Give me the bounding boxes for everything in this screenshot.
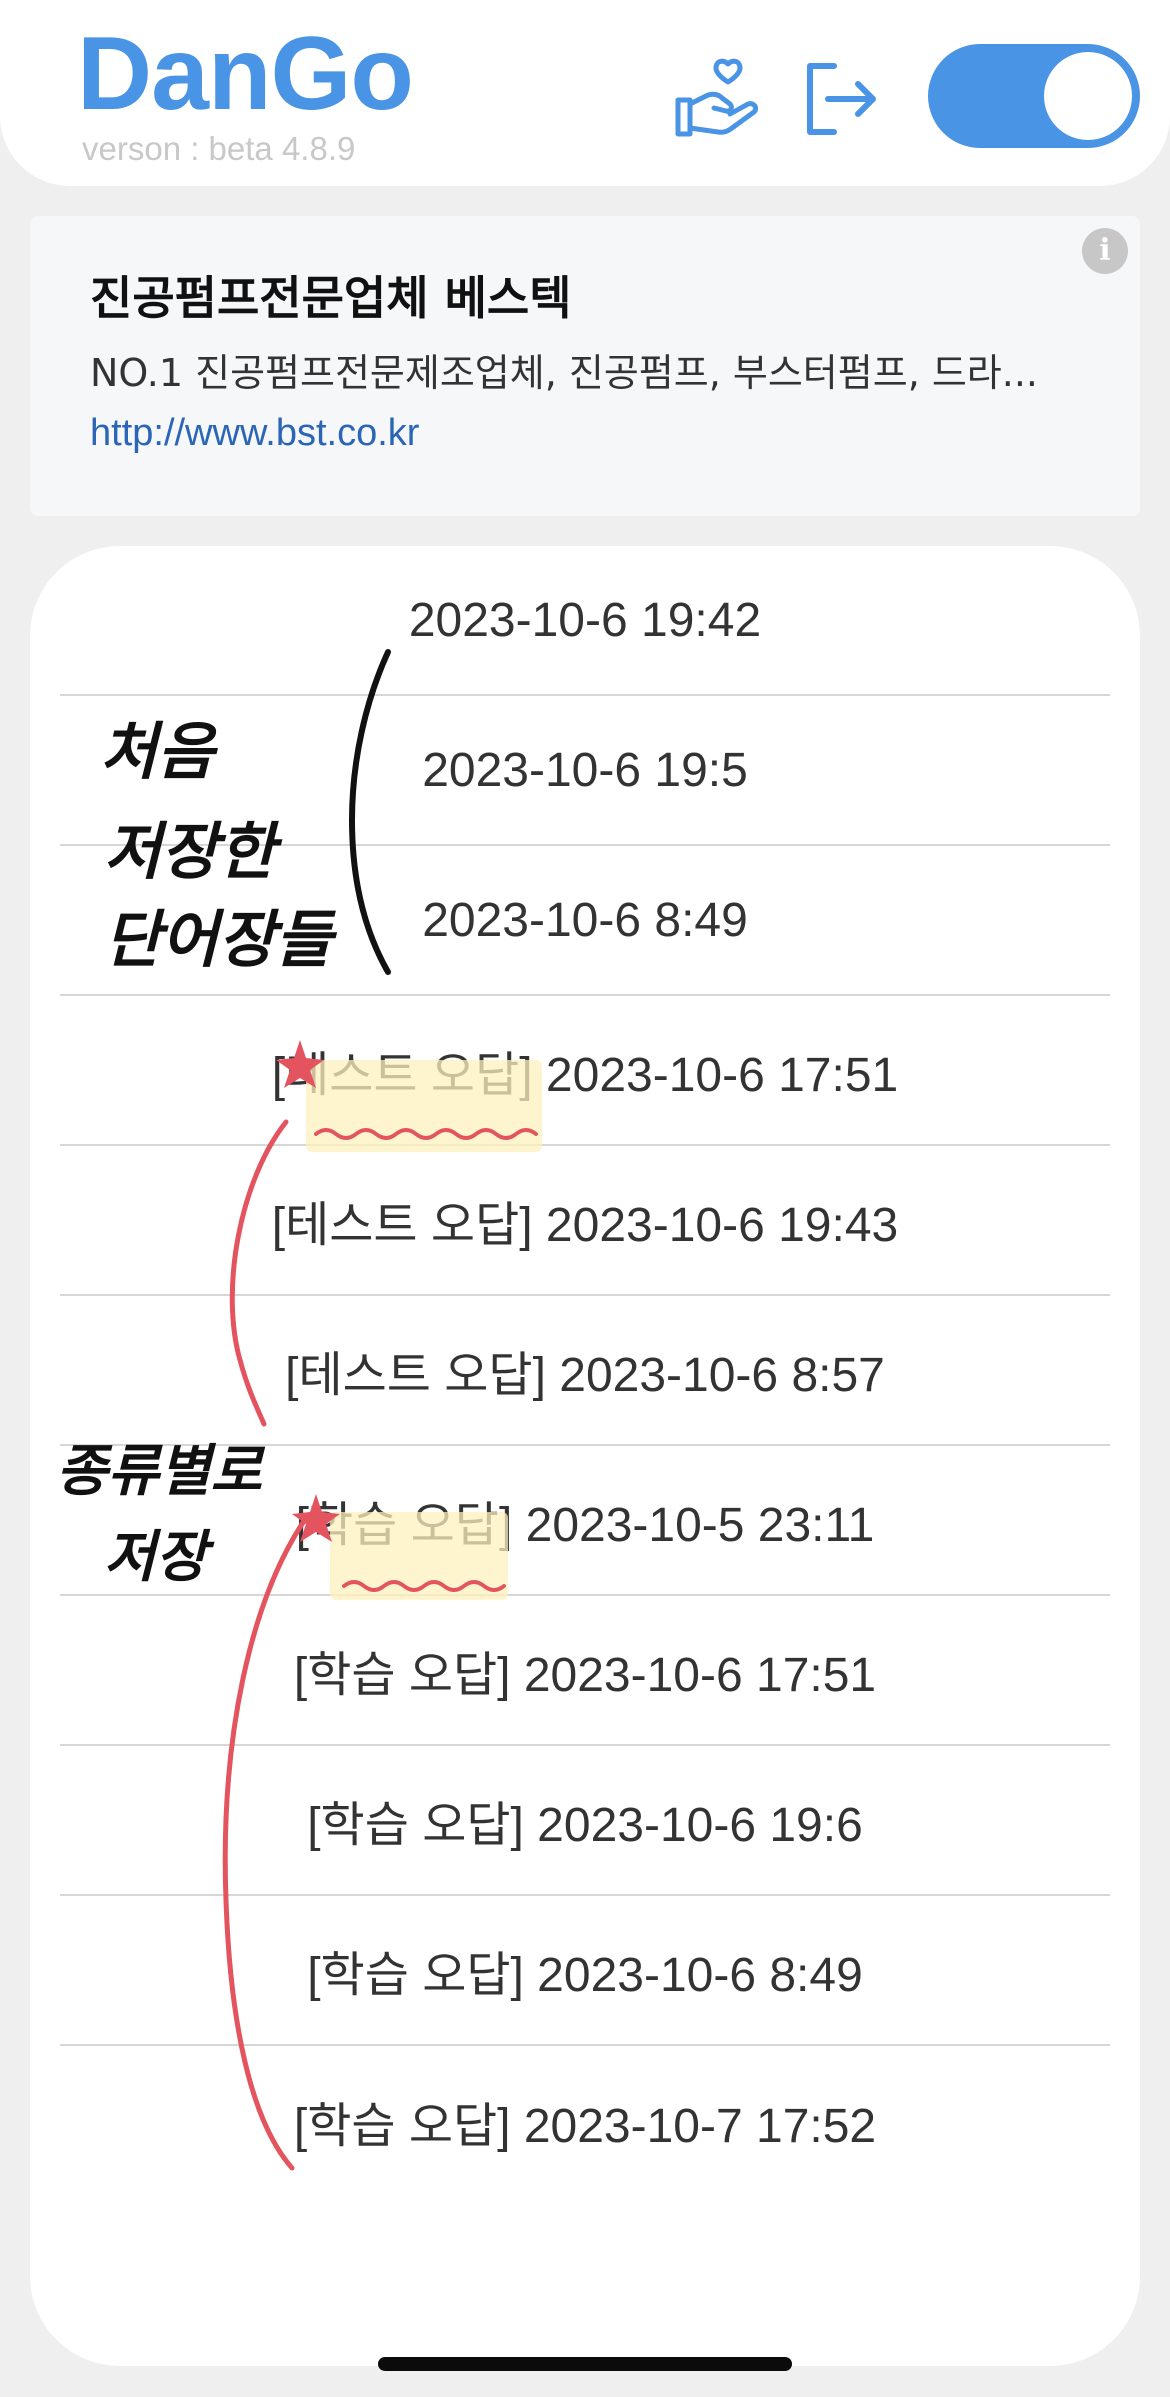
donate-hand-heart-icon[interactable]	[674, 58, 760, 140]
version-label: verson : beta 4.8.9	[82, 130, 356, 167]
list-item[interactable]: [학습 오답] 2023-10-6 8:49	[60, 1896, 1110, 2046]
list-item-label: [테스트 오답] 2023-10-6 17:51	[271, 1049, 899, 1102]
list-item-label: [학습 오답] 2023-10-5 23:11	[295, 1499, 875, 1552]
list-item[interactable]: [테스트 오답] 2023-10-6 19:43	[60, 1146, 1110, 1296]
list-item-label: [학습 오답] 2023-10-6 8:49	[307, 1949, 863, 2002]
list-item[interactable]: [학습 오답] 2023-10-6 17:51	[60, 1596, 1110, 1746]
annotation-first-saved-line1: 처음	[100, 715, 215, 788]
list-item-label: [학습 오답] 2023-10-7 17:52	[293, 2100, 877, 2153]
ad-link[interactable]: http://www.bst.co.kr	[90, 412, 419, 455]
app-logo: DanGo	[77, 16, 414, 132]
annotation-first-saved-line3: 단어장들	[104, 903, 333, 976]
list-item-label: 2023-10-6 19:42	[408, 593, 762, 647]
home-indicator	[378, 2357, 792, 2371]
annotation-first-saved-line2: 저장한	[104, 815, 276, 888]
list-item[interactable]: 2023-10-6 19:42	[60, 546, 1110, 696]
list-item[interactable]: [테스트 오답] 2023-10-6 17:51	[60, 996, 1110, 1146]
list-item-label: [학습 오답] 2023-10-6 17:51	[293, 1649, 877, 1702]
ad-description: NO.1 진공펌프전문제조업체, 진공펌프, 부스터펌프, 드라...	[90, 351, 1039, 395]
list-item[interactable]: [테스트 오답] 2023-10-6 8:57	[60, 1296, 1110, 1446]
mode-toggle-switch[interactable]	[928, 44, 1140, 148]
list-item[interactable]: [학습 오답] 2023-10-7 17:52	[60, 2046, 1110, 2196]
app-header: DanGo verson : beta 4.8.9	[0, 0, 1170, 186]
annotation-by-type-line1: 종류별로	[56, 1439, 263, 1504]
list-item-label: [학습 오답] 2023-10-6 19:6	[307, 1799, 863, 1852]
list-item-label: [테스트 오답] 2023-10-6 19:43	[271, 1199, 899, 1252]
annotation-by-type-line2: 저장	[104, 1525, 208, 1590]
ad-info-icon[interactable]: i	[1082, 228, 1128, 274]
ad-title[interactable]: 진공펌프전문업체 베스텍	[90, 262, 572, 328]
list-item-label: 2023-10-6 8:49	[422, 893, 748, 947]
logout-icon[interactable]	[802, 60, 880, 138]
list-item[interactable]: [학습 오답] 2023-10-6 19:6	[60, 1746, 1110, 1896]
toggle-knob	[1044, 52, 1132, 140]
app-screen: DanGo verson : beta 4.8.9 i 진공펌프전문업체 베스텍…	[0, 0, 1170, 2397]
list-item-label: 2023-10-6 19:5	[422, 743, 748, 797]
list-item-label: [테스트 오답] 2023-10-6 8:57	[285, 1349, 885, 1402]
